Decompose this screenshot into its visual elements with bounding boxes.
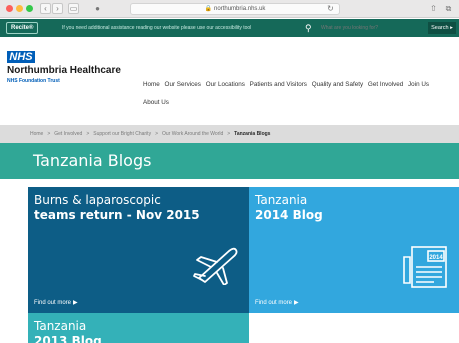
nav-item-our-services[interactable]: Our Services	[165, 81, 201, 88]
tile-title-bold: teams return - Nov 2015	[34, 208, 200, 222]
search-input[interactable]	[318, 22, 423, 34]
breadcrumb-item[interactable]: Home	[30, 131, 43, 137]
blog-tile-2014[interactable]: Tanzania 2014 Blog 2014 Find out more ▶	[249, 187, 459, 313]
tile-title-light: Burns & laparoscopic	[34, 193, 161, 207]
nav-item-our-locations[interactable]: Our Locations	[206, 81, 245, 88]
shield-icon[interactable]: ●	[92, 3, 103, 14]
breadcrumb-item[interactable]: Our Work Around the World	[162, 131, 223, 137]
nhs-logo[interactable]: NHS	[7, 51, 35, 63]
breadcrumb-current: Tanzania Blogs	[234, 131, 271, 137]
arrow-right-icon: ▶	[73, 300, 78, 306]
address-bar[interactable]: 🔒 northumbria.nhs.uk	[130, 3, 340, 15]
accessibility-message: If you need additional assistance readin…	[62, 25, 252, 31]
find-out-more-link[interactable]: Find out more ▶	[34, 299, 78, 306]
back-icon[interactable]: ‹	[40, 3, 51, 14]
breadcrumb-separator: >	[227, 131, 231, 137]
url-text: northumbria.nhs.uk	[214, 6, 266, 12]
lock-icon: 🔒	[204, 6, 213, 12]
breadcrumb-separator: >	[155, 131, 158, 137]
sidebar-icon[interactable]: ▭	[68, 3, 79, 14]
main-nav: Home Our Services Our Locations Patients…	[143, 76, 455, 112]
breadcrumb-item[interactable]: Get Involved	[54, 131, 82, 137]
page-title: Tanzania Blogs	[33, 151, 152, 170]
search-icon: ⚲	[305, 23, 312, 33]
blog-tile-burns-laparoscopic[interactable]: Burns & laparoscopic teams return - Nov …	[28, 187, 249, 313]
browser-toolbar: ‹ › ▭ ● 🔒 northumbria.nhs.uk ↻ ⇧ ⧉	[0, 0, 459, 18]
title-bar: Tanzania Blogs	[0, 143, 459, 179]
arrow-right-icon: ▶	[294, 300, 299, 306]
nav-item-home[interactable]: Home	[143, 81, 160, 88]
breadcrumb: Home > Get Involved > Support our Bright Cha…	[0, 125, 459, 143]
maximize-window-icon[interactable]	[26, 5, 33, 12]
tile-title-light: Tanzania	[255, 193, 308, 207]
find-out-more-label: Find out more	[34, 300, 72, 306]
find-out-more-link[interactable]: Find out more ▶	[255, 299, 299, 306]
tile-title-bold: 2014 Blog	[255, 208, 323, 222]
breadcrumb-separator: >	[86, 131, 90, 137]
document-icon: 2014	[403, 246, 447, 288]
nav-item-quality-safety[interactable]: Quality and Safety	[312, 81, 363, 88]
tile-title-light: Tanzania	[34, 319, 87, 333]
breadcrumb-separator: >	[47, 131, 51, 137]
accessibility-bar: Recite® If you need additional assistanc…	[0, 19, 459, 37]
tabs-icon[interactable]: ⧉	[443, 3, 454, 14]
tile-title-bold: 2013 Blog	[34, 334, 102, 343]
minimize-window-icon[interactable]	[16, 5, 23, 12]
nav-item-get-involved[interactable]: Get Involved	[368, 81, 403, 88]
search-button[interactable]: Search ▸	[428, 22, 456, 34]
forward-icon[interactable]: ›	[52, 3, 63, 14]
nav-item-about-us[interactable]: About Us	[143, 99, 169, 106]
recite-button[interactable]: Recite®	[6, 22, 39, 34]
document-icon-year: 2014	[429, 255, 443, 261]
nav-item-patients-visitors[interactable]: Patients and Visitors	[250, 81, 307, 88]
find-out-more-label: Find out more	[255, 300, 293, 306]
share-icon[interactable]: ⇧	[428, 3, 439, 14]
org-subtitle: NHS Foundation Trust	[7, 78, 60, 84]
reload-icon[interactable]: ↻	[325, 3, 336, 14]
nav-item-join-us[interactable]: Join Us	[408, 81, 429, 88]
site-header: NHS Northumbria Healthcare NHS Foundatio…	[0, 37, 459, 125]
airplane-icon	[193, 247, 238, 285]
blog-tile-2013[interactable]: Tanzania 2013 Blog	[28, 313, 249, 343]
breadcrumb-item[interactable]: Support our Bright Charity	[93, 131, 151, 137]
close-window-icon[interactable]	[6, 5, 13, 12]
org-name: Northumbria Healthcare	[7, 65, 121, 76]
